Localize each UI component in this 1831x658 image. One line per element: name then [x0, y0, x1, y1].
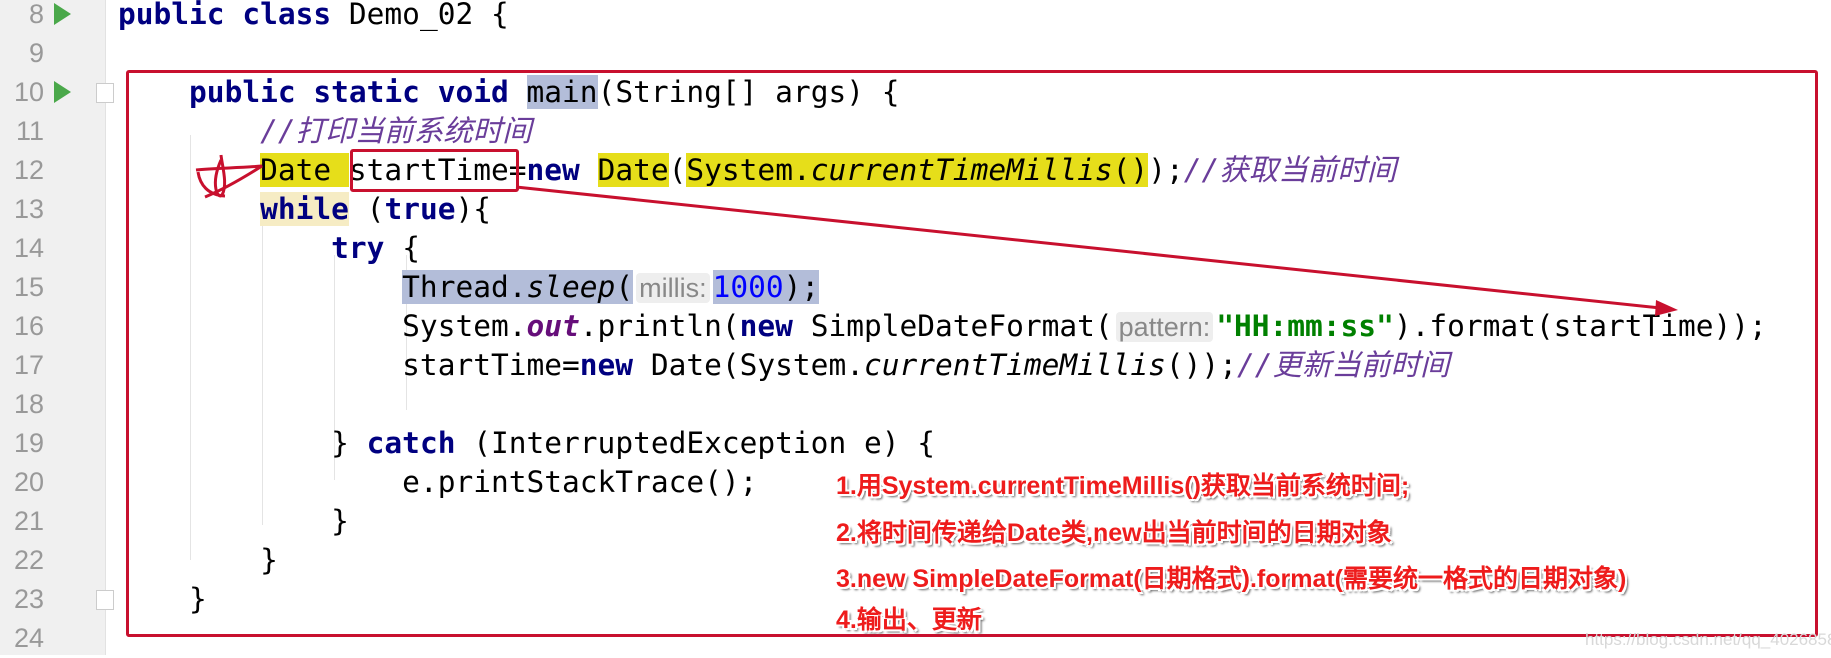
annotation-note: 2.将时间传递给Date类,new出当前时间的日期对象 [836, 519, 1392, 547]
annotation-note: 3.new SimpleDateFormat(日期格式).format(需要统一… [836, 565, 1627, 593]
watermark: https://blog.csdn.net/qq_40268580 [1585, 630, 1831, 649]
arrow-line [515, 185, 1661, 310]
annotation-arrows [195, 154, 1678, 316]
annotation-note: 1.用System.currentTimeMillis()获取当前系统时间; [836, 472, 1410, 500]
fold-icon[interactable] [96, 590, 114, 610]
arrow-head [1655, 300, 1678, 316]
fold-icon[interactable] [96, 83, 114, 103]
annotation-note: 4.输出、更新 [836, 606, 982, 634]
hand-drawn-star-mark [195, 154, 263, 199]
